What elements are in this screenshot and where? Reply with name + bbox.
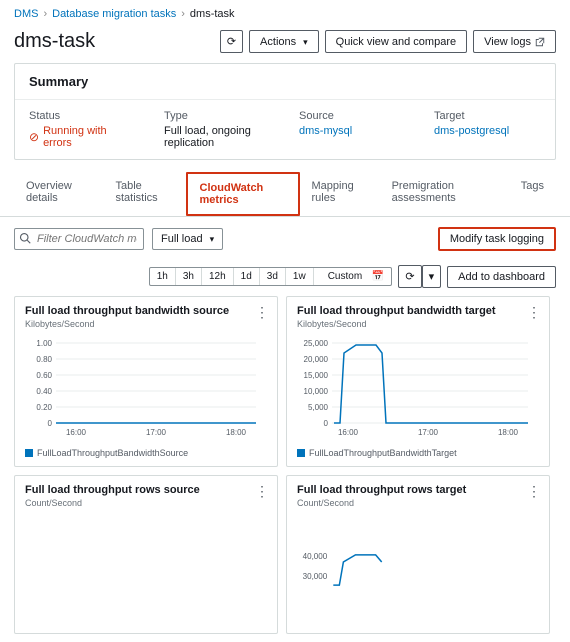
actions-button[interactable]: Actions: [249, 30, 319, 53]
breadcrumb-current: dms-task: [190, 8, 235, 20]
filter-input[interactable]: [14, 228, 144, 250]
status-value: Running with errors: [29, 125, 136, 149]
external-link-icon: [535, 37, 545, 47]
tab-mapping-rules[interactable]: Mapping rules: [300, 172, 380, 216]
chart-menu-icon[interactable]: ⋮: [255, 484, 269, 498]
legend-label: FullLoadThroughputBandwidthSource: [37, 448, 188, 458]
tab-overview[interactable]: Overview details: [14, 172, 103, 216]
summary-panel: Summary Status Running with errors Type …: [14, 63, 556, 160]
breadcrumb-tasks[interactable]: Database migration tasks: [52, 8, 176, 20]
svg-text:40,000: 40,000: [303, 552, 328, 561]
chart-plot: 40,000 30,000: [297, 512, 539, 622]
source-label: Source: [299, 110, 406, 122]
source-link[interactable]: dms-mysql: [299, 125, 352, 137]
chart-unit: Kilobytes/Second: [25, 319, 267, 329]
refresh-charts-button[interactable]: ⟳: [398, 265, 421, 288]
chart-plot: 0 5,000 10,000 15,000 20,000 25,000 16:0…: [297, 333, 539, 443]
svg-text:17:00: 17:00: [418, 428, 439, 437]
time-custom[interactable]: Custom 📅: [314, 268, 392, 285]
refresh-icon: ⟳: [405, 270, 414, 283]
summary-heading: Summary: [15, 64, 555, 99]
chevron-right-icon: ›: [181, 8, 185, 20]
svg-text:16:00: 16:00: [338, 428, 359, 437]
svg-text:18:00: 18:00: [226, 428, 247, 437]
chart-bandwidth-source: ⋮ Full load throughput bandwidth source …: [14, 296, 278, 467]
chart-unit: Count/Second: [25, 498, 267, 508]
time-3h[interactable]: 3h: [176, 268, 202, 285]
breadcrumb: DMS › Database migration tasks › dms-tas…: [0, 0, 570, 28]
svg-text:0: 0: [48, 419, 53, 428]
search-icon: [19, 232, 31, 247]
chart-rows-target: ⋮ Full load throughput rows target Count…: [286, 475, 550, 634]
svg-text:10,000: 10,000: [304, 387, 329, 396]
page-title: dms-task: [14, 30, 95, 53]
chart-menu-icon[interactable]: ⋮: [527, 305, 541, 319]
modify-task-logging-button[interactable]: Modify task logging: [438, 227, 556, 251]
chevron-right-icon: ›: [43, 8, 47, 20]
chart-menu-icon[interactable]: ⋮: [527, 484, 541, 498]
svg-text:16:00: 16:00: [66, 428, 87, 437]
quick-view-button[interactable]: Quick view and compare: [325, 30, 467, 53]
svg-text:0.60: 0.60: [36, 371, 52, 380]
legend-swatch: [25, 449, 33, 457]
time-1d[interactable]: 1d: [234, 268, 260, 285]
svg-text:15,000: 15,000: [304, 371, 329, 380]
svg-text:0.20: 0.20: [36, 403, 52, 412]
svg-text:17:00: 17:00: [146, 428, 167, 437]
legend-label: FullLoadThroughputBandwidthTarget: [309, 448, 457, 458]
chart-bandwidth-target: ⋮ Full load throughput bandwidth target …: [286, 296, 550, 467]
status-label: Status: [29, 110, 136, 122]
svg-text:0.40: 0.40: [36, 387, 52, 396]
chart-unit: Count/Second: [297, 498, 539, 508]
chart-plot: 0 0.20 0.40 0.60 0.80 1.00 16:00 17:00 1…: [25, 333, 267, 443]
tab-premigration[interactable]: Premigration assessments: [380, 172, 509, 216]
chart-title: Full load throughput rows source: [25, 484, 267, 496]
tab-cloudwatch-metrics[interactable]: CloudWatch metrics: [186, 172, 300, 216]
legend-swatch: [297, 449, 305, 457]
target-link[interactable]: dms-postgresql: [434, 125, 509, 137]
chart-title: Full load throughput bandwidth target: [297, 305, 539, 317]
type-label: Type: [164, 110, 271, 122]
time-range-selector[interactable]: 1h 3h 12h 1d 3d 1w Custom 📅: [149, 267, 393, 286]
svg-text:5,000: 5,000: [308, 403, 329, 412]
chart-title: Full load throughput bandwidth source: [25, 305, 267, 317]
svg-text:20,000: 20,000: [304, 355, 329, 364]
target-label: Target: [434, 110, 541, 122]
breadcrumb-dms[interactable]: DMS: [14, 8, 38, 20]
tab-table-statistics[interactable]: Table statistics: [103, 172, 185, 216]
svg-text:25,000: 25,000: [304, 339, 329, 348]
chart-title: Full load throughput rows target: [297, 484, 539, 496]
chart-unit: Kilobytes/Second: [297, 319, 539, 329]
refresh-options-button[interactable]: ▾: [422, 265, 442, 288]
tabs: Overview details Table statistics CloudW…: [0, 172, 570, 217]
add-to-dashboard-button[interactable]: Add to dashboard: [447, 266, 556, 288]
svg-text:18:00: 18:00: [498, 428, 519, 437]
svg-text:1.00: 1.00: [36, 339, 52, 348]
search-input-wrap: [14, 228, 144, 250]
header-actions: ⟳ Actions Quick view and compare View lo…: [220, 30, 556, 53]
refresh-icon: ⟳: [227, 35, 236, 48]
view-logs-button[interactable]: View logs: [473, 30, 556, 53]
chart-rows-source: ⋮ Full load throughput rows source Count…: [14, 475, 278, 634]
chevron-down-icon: ▾: [429, 270, 435, 283]
type-value: Full load, ongoing replication: [164, 125, 271, 149]
svg-text:0: 0: [324, 419, 329, 428]
tab-tags[interactable]: Tags: [509, 172, 556, 216]
svg-text:30,000: 30,000: [303, 572, 328, 581]
time-1h[interactable]: 1h: [150, 268, 176, 285]
time-1w[interactable]: 1w: [286, 268, 314, 285]
refresh-button[interactable]: ⟳: [220, 30, 243, 53]
time-12h[interactable]: 12h: [202, 268, 234, 285]
mode-dropdown[interactable]: Full load: [152, 228, 223, 250]
time-3d[interactable]: 3d: [260, 268, 286, 285]
chart-menu-icon[interactable]: ⋮: [255, 305, 269, 319]
svg-text:0.80: 0.80: [36, 355, 52, 364]
